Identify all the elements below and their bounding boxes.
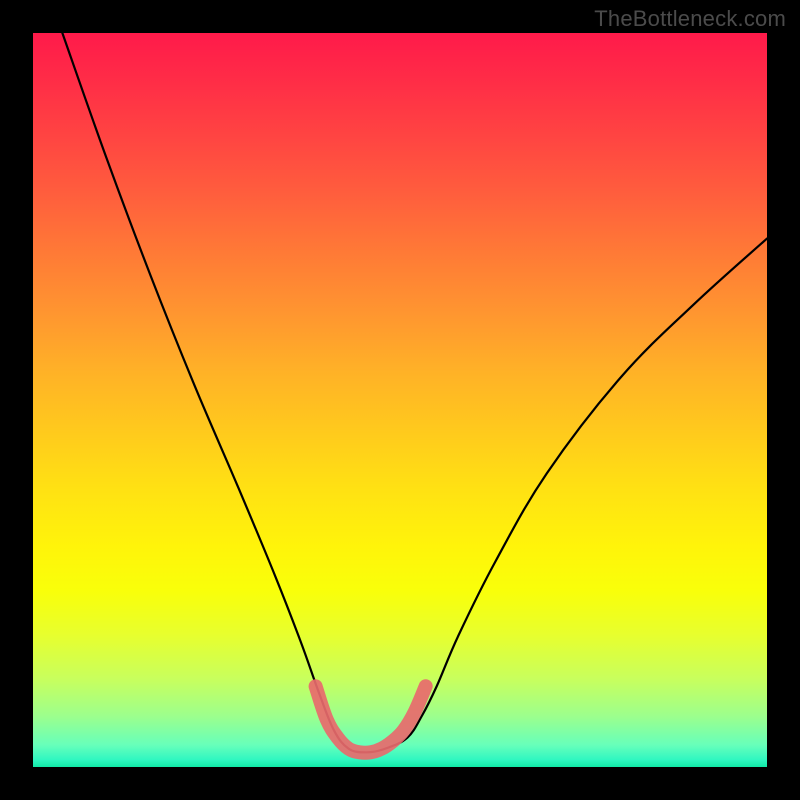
chart-frame: TheBottleneck.com xyxy=(0,0,800,800)
highlight-segment xyxy=(316,686,426,753)
curve-layer xyxy=(33,33,767,767)
plot-area xyxy=(33,33,767,767)
watermark-text: TheBottleneck.com xyxy=(594,6,786,32)
bottleneck-curve xyxy=(62,33,767,752)
